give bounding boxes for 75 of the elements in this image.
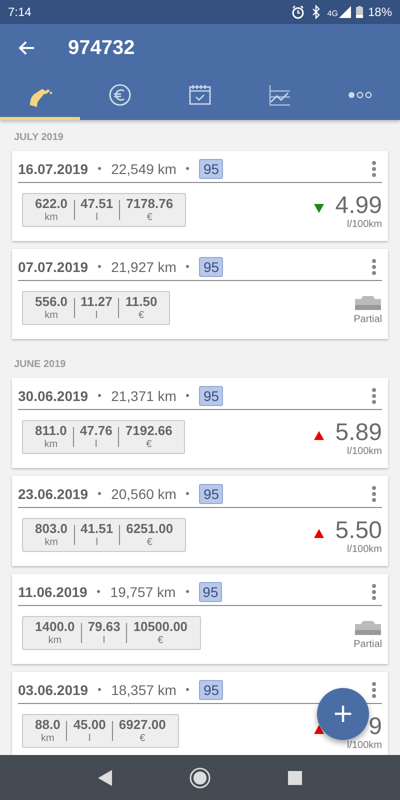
odometer-reading: 19,757 km <box>110 584 176 600</box>
stat-value: 556.0 <box>35 294 68 310</box>
stat-unit: € <box>146 212 152 224</box>
battery-level: 18% <box>368 5 392 19</box>
stat-value: 10500.00 <box>133 619 188 635</box>
page-title: 974732 <box>68 36 135 60</box>
consumption-value: 5.89 <box>334 420 382 446</box>
partial-label: Partial <box>354 314 382 325</box>
entry-card[interactable]: 07.07.2019 21,927 km 95 556.0 km 11.27 l 11.50 € Partial <box>12 249 388 339</box>
entry-date: 30.06.2019 <box>18 388 88 404</box>
stat-unit: l <box>96 212 98 224</box>
consumption-value: 4.99 <box>334 193 382 219</box>
entry-card[interactable]: 30.06.2019 21,371 km 95 811.0 km 47.76 l 7192.66 € 5.89 l/100km <box>12 378 388 468</box>
partial-label: Partial <box>354 639 382 650</box>
stat-unit: € <box>146 439 152 451</box>
stat-unit: km <box>40 733 54 745</box>
stat-unit: km <box>44 310 58 322</box>
stat-value: 79.63 <box>88 619 120 635</box>
stat-unit: km <box>48 635 62 647</box>
stat-unit: l <box>96 537 98 549</box>
stat-value: 803.0 <box>35 521 68 537</box>
entry-date: 03.06.2019 <box>18 682 88 698</box>
consumption-value: 5.50 <box>334 518 382 544</box>
stat-value: 6927.00 <box>118 717 166 733</box>
fuel-type-badge: 95 <box>199 680 224 700</box>
entry-date: 16.07.2019 <box>18 160 88 176</box>
fuel-type-badge: 95 <box>199 256 224 276</box>
odometer-reading: 20,560 km <box>111 486 176 502</box>
stat-unit: l <box>102 635 106 647</box>
entry-card[interactable]: 11.06.2019 19,757 km 95 1400.0 km 79.63 l 10500.00 € Partial <box>12 574 388 664</box>
odometer-reading: 22,549 km <box>111 160 176 176</box>
stat-value: 7178.76 <box>126 196 174 212</box>
stat-value: 1400.0 <box>35 619 75 635</box>
entry-card[interactable]: 23.06.2019 20,560 km 95 803.0 km 41.51 l 6251.00 € 5.50 l/100km <box>12 476 388 566</box>
stat-unit: l <box>94 439 98 451</box>
stat-value: 7192.66 <box>125 423 172 439</box>
consumption-unit: l/100km <box>346 219 382 230</box>
network-label: 4G <box>327 9 338 18</box>
entry-date: 11.06.2019 <box>18 584 88 600</box>
entry-date: 07.07.2019 <box>18 258 88 274</box>
fuel-type-badge: 95 <box>199 484 224 504</box>
stat-value: 6251.00 <box>126 521 174 537</box>
stat-value: 11.50 <box>125 294 158 310</box>
odometer-reading: 21,927 km <box>111 258 176 274</box>
consumption-unit: l/100km <box>346 740 382 751</box>
odometer-reading: 18,357 km <box>111 682 176 698</box>
stat-unit: km <box>44 212 58 224</box>
stat-unit: l <box>88 733 91 745</box>
stat-value: 47.76 <box>80 423 112 439</box>
entry-card[interactable]: 16.07.2019 22,549 km 95 622.0 km 47.51 l 7178.76 € 4.99 l/100km <box>12 151 388 241</box>
stat-value: 41.51 <box>80 521 114 537</box>
odometer-reading: 21,371 km <box>111 388 176 404</box>
fuel-type-badge: 95 <box>198 582 222 602</box>
consumption-unit: l/100km <box>346 446 382 457</box>
clock-time: 7:14 <box>8 5 32 19</box>
consumption-unit: l/100km <box>346 544 382 555</box>
stat-unit: € <box>138 310 144 322</box>
section-header: JULY 2019 <box>13 131 64 143</box>
entry-date: 23.06.2019 <box>18 486 88 502</box>
stat-unit: km <box>44 439 58 451</box>
stat-value: 622.0 <box>35 196 68 212</box>
stat-unit: l <box>95 310 98 322</box>
stat-value: 811.0 <box>35 423 67 439</box>
stat-value: 11.27 <box>80 294 112 310</box>
stat-unit: € <box>140 733 146 745</box>
stat-unit: € <box>158 635 164 647</box>
stat-value: 45.00 <box>73 717 106 733</box>
stat-value: 47.51 <box>80 196 114 212</box>
stat-unit: km <box>44 537 58 549</box>
stat-value: 88.0 <box>35 717 60 733</box>
fuel-type-badge: 95 <box>199 158 224 178</box>
section-header: JUNE 2019 <box>13 358 67 370</box>
fuel-type-badge: 95 <box>199 386 224 406</box>
consumption-value: 9 <box>368 714 382 740</box>
stat-unit: € <box>146 537 152 549</box>
